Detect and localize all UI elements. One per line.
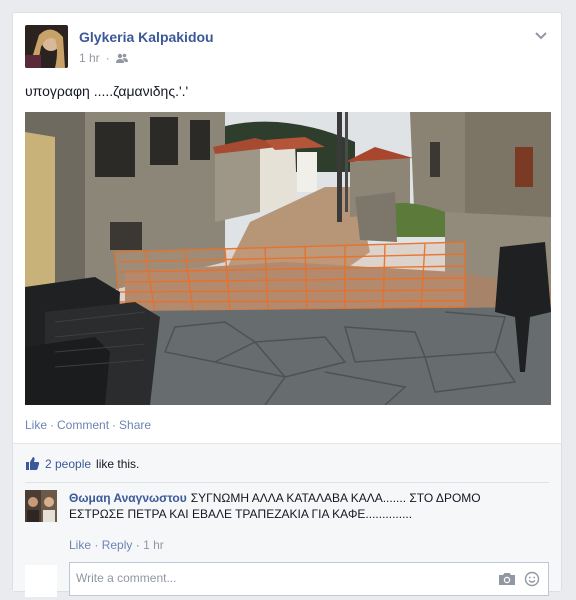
likes-summary: 2 people like this. <box>25 456 139 471</box>
likes-suffix: like this. <box>96 456 140 471</box>
comment-reply-link[interactable]: Reply <box>102 538 133 552</box>
comment-link[interactable]: Comment <box>57 418 109 432</box>
chevron-down-icon[interactable] <box>533 27 549 43</box>
smiley-icon[interactable] <box>524 571 540 587</box>
separator-dot: · <box>94 538 99 552</box>
comment-meta: Like · Reply · 1 hr <box>69 538 164 552</box>
commenter-name[interactable]: Θωμαη Αναγνωστου <box>69 491 187 505</box>
post-text: υπογραφη .....ζαμανιδης.'.' <box>25 83 189 99</box>
comment-body: Θωμαη Αναγνωστου ΣΥΓΝΩΜΗ ΑΛΛΑ ΚΑΤΑΛΑΒΑ ΚΑ… <box>69 490 519 522</box>
post-actions: Like · Comment · Share <box>25 418 151 432</box>
friends-icon[interactable] <box>115 53 128 64</box>
commenter-avatar[interactable] <box>25 490 57 522</box>
separator-dot: · <box>50 418 55 432</box>
share-link[interactable]: Share <box>119 418 151 432</box>
write-comment-box[interactable] <box>69 562 549 596</box>
post-meta: 1 hr · <box>79 51 128 65</box>
comment-like-link[interactable]: Like <box>69 538 91 552</box>
divider <box>25 482 549 483</box>
separator-dot: · <box>135 538 140 552</box>
like-link[interactable]: Like <box>25 418 47 432</box>
post-time[interactable]: 1 hr <box>79 51 100 65</box>
author-name[interactable]: Glykeria Kalpakidou <box>79 29 214 45</box>
thumbs-up-icon <box>26 457 40 470</box>
post-photo[interactable] <box>25 112 551 405</box>
separator-dot: · <box>105 51 110 65</box>
separator-dot: · <box>112 418 117 432</box>
comment-time[interactable]: 1 hr <box>143 538 164 552</box>
comment-input[interactable] <box>76 571 476 585</box>
author-avatar[interactable] <box>25 25 68 68</box>
likers-link[interactable]: 2 people <box>45 457 91 471</box>
camera-icon[interactable] <box>498 572 516 586</box>
feedback-area: 2 people like this. Θωμαη Αναγνωστου ΣΥΓΝ… <box>13 443 561 597</box>
viewer-avatar <box>25 565 57 597</box>
post-card: Glykeria Kalpakidou 1 hr · υπογραφη ....… <box>12 12 562 597</box>
